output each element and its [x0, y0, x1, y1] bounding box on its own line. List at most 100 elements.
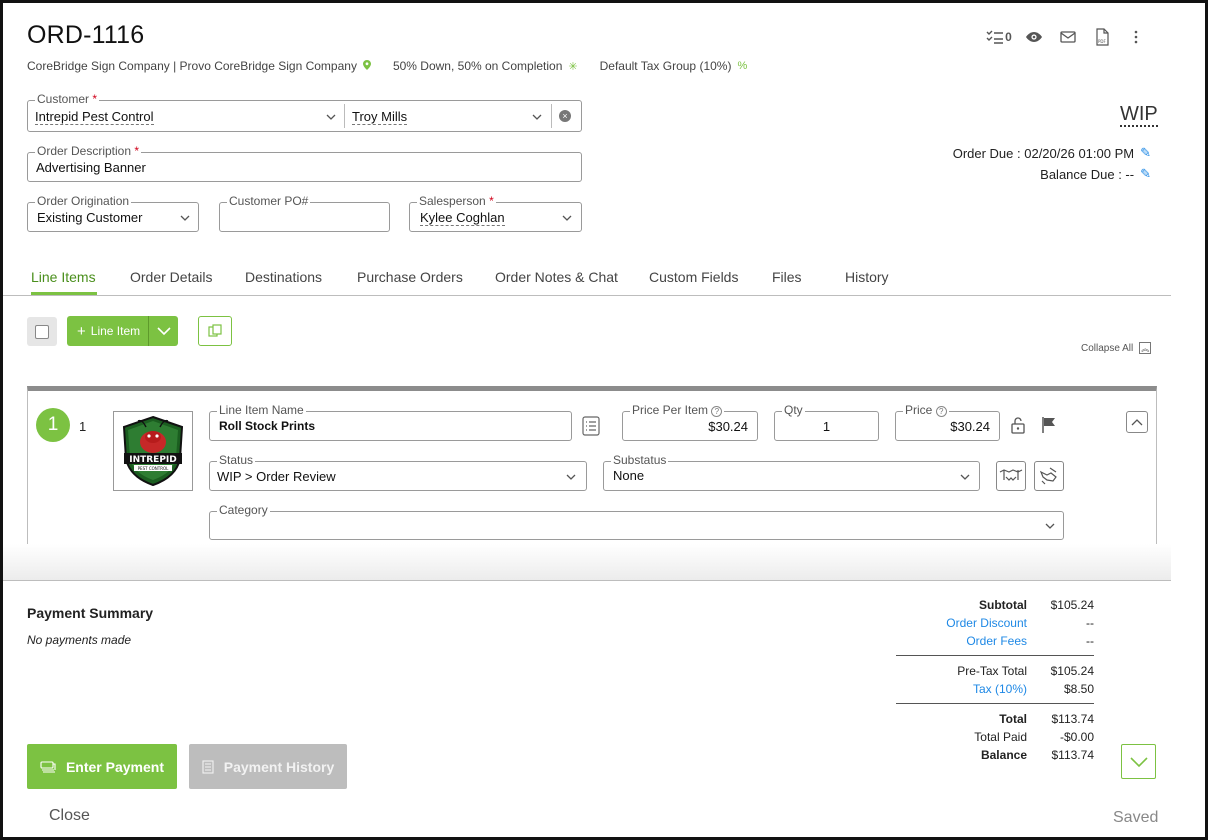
line-item-index: 1 — [79, 419, 87, 434]
help-icon: ? — [711, 406, 723, 417]
salesperson-select[interactable]: Salesperson * Kylee Coghlan — [409, 194, 582, 232]
close-button[interactable]: Close — [49, 807, 90, 825]
contact-select[interactable]: Troy Mills — [345, 101, 551, 131]
chevron-down-icon — [960, 474, 970, 480]
hand-tools-icon — [1039, 467, 1057, 485]
payment-summary-title: Payment Summary — [27, 605, 154, 621]
line-item-name-value: Roll Stock Prints — [219, 419, 316, 433]
copy-line-items-button[interactable] — [198, 316, 232, 346]
price-field[interactable]: Price ? $30.24 — [895, 403, 1000, 441]
order-status[interactable]: WIP — [1120, 103, 1158, 127]
receipt-icon — [202, 759, 214, 774]
double-chevron-up-icon: ︽ — [1139, 342, 1152, 354]
pencil-icon[interactable]: ✎ — [1140, 145, 1151, 161]
balance-due-row: Balance Due : -- ✎ — [903, 166, 1151, 182]
order-discount-link[interactable]: Order Discount — [877, 616, 1027, 630]
tab-order-details[interactable]: Order Details — [130, 269, 212, 285]
flag-icon — [1042, 417, 1055, 433]
order-fees-link[interactable]: Order Fees — [877, 634, 1027, 648]
order-discount-value: -- — [1086, 616, 1094, 630]
clear-contact-icon[interactable]: × — [559, 110, 571, 122]
origination-label: Order Origination — [35, 194, 132, 208]
eye-icon — [1026, 32, 1042, 42]
help-icon: ? — [935, 406, 947, 417]
enter-payment-button[interactable]: Enter Payment — [27, 744, 177, 789]
tab-destinations[interactable]: Destinations — [245, 269, 322, 285]
more-options-button[interactable] — [1119, 25, 1153, 49]
substatus-select[interactable]: Substatus None — [603, 453, 980, 491]
tab-line-items[interactable]: Line Items — [31, 269, 96, 285]
tax-link[interactable]: Tax (10%) — [877, 682, 1027, 696]
tax-value: $8.50 — [1063, 682, 1094, 696]
quantity-field[interactable]: Qty 1 — [774, 403, 879, 441]
summary-divider — [896, 655, 1094, 656]
line-item-details-button[interactable] — [581, 415, 601, 437]
checklist-icon — [986, 30, 1004, 44]
field-divider — [551, 104, 552, 128]
quantity-value: 1 — [822, 419, 831, 434]
line-item-thumbnail[interactable]: INTREPID PEST CONTROL — [113, 411, 193, 491]
plus-icon: + — [77, 322, 86, 340]
production-button[interactable] — [1034, 461, 1064, 491]
order-origination-select[interactable]: Order Origination Existing Customer — [27, 194, 199, 232]
tab-order-notes-chat[interactable]: Order Notes & Chat — [495, 269, 618, 285]
add-line-item-button[interactable]: + Line Item — [67, 316, 148, 346]
order-due-row: Order Due : 02/20/26 01:00 PM ✎ — [903, 145, 1151, 161]
tab-history[interactable]: History — [845, 269, 889, 285]
order-due-text: Order Due : 02/20/26 01:00 PM — [952, 145, 1135, 161]
unlock-price-button[interactable] — [1010, 416, 1026, 439]
task-count: 0 — [1005, 30, 1012, 44]
price-per-item-field[interactable]: Price Per Item ? $30.24 — [622, 403, 758, 441]
customer-value: Intrepid Pest Control — [35, 109, 154, 125]
chevron-down-icon — [326, 114, 336, 120]
status-label: Status — [217, 453, 256, 467]
line-item-name-field[interactable]: Line Item Name Roll Stock Prints — [209, 403, 572, 441]
total-value: $113.74 — [1051, 712, 1095, 726]
expand-summary-button[interactable] — [1121, 744, 1156, 779]
pdf-file-icon: PDF — [1096, 28, 1109, 46]
description-value: Advertising Banner — [36, 160, 146, 175]
tab-custom-fields[interactable]: Custom Fields — [649, 269, 738, 285]
line-item-name-label: Line Item Name — [217, 403, 306, 417]
tasks-button[interactable]: 0 — [981, 25, 1017, 49]
company-info[interactable]: CoreBridge Sign Company | Provo CoreBrid… — [27, 59, 371, 73]
location-pin-icon — [362, 59, 371, 73]
total-label: Total — [999, 712, 1027, 726]
tab-purchase-orders[interactable]: Purchase Orders — [357, 269, 463, 285]
po-label: Customer PO# — [227, 194, 311, 208]
collapse-line-item-button[interactable] — [1126, 411, 1148, 433]
subtotal-value: $105.24 — [1050, 598, 1094, 612]
payment-terms[interactable]: 50% Down, 50% on Completion ✳ — [393, 59, 578, 73]
intrepid-logo-image: INTREPID PEST CONTROL — [122, 415, 184, 487]
status-value: WIP > Order Review — [217, 469, 336, 484]
payment-history-label: Payment History — [223, 758, 335, 775]
pdf-button[interactable]: PDF — [1085, 25, 1119, 49]
order-meta-row: CoreBridge Sign Company | Provo CoreBrid… — [27, 59, 769, 73]
select-all-checkbox[interactable] — [35, 324, 49, 339]
view-button[interactable] — [1017, 25, 1051, 49]
substatus-label: Substatus — [611, 453, 669, 467]
tax-group[interactable]: Default Tax Group (10%) % — [600, 59, 748, 73]
substatus-value: None — [613, 468, 645, 483]
saved-status: Saved — [1113, 809, 1159, 826]
add-line-item-dropdown[interactable] — [148, 316, 178, 346]
balance-value: $113.74 — [1051, 748, 1095, 762]
pencil-icon[interactable]: ✎ — [1140, 166, 1151, 182]
customer-po-field[interactable]: Customer PO# — [219, 194, 390, 232]
category-select[interactable]: Category — [209, 503, 1064, 540]
email-button[interactable] — [1051, 25, 1085, 49]
summary-divider — [896, 703, 1094, 704]
contact-value: Troy Mills — [352, 109, 408, 125]
price-value: $30.24 — [950, 419, 990, 434]
tab-files[interactable]: Files — [772, 269, 802, 285]
flag-button[interactable] — [1041, 416, 1057, 439]
collapse-all-button[interactable]: Collapse All ︽ — [1081, 342, 1152, 354]
order-description-field[interactable]: Order Description * Advertising Banner — [27, 144, 582, 182]
customer-select[interactable]: Intrepid Pest Control — [28, 101, 344, 131]
line-item-badge: 1 — [36, 408, 70, 442]
handshake-button[interactable] — [996, 461, 1026, 491]
payment-history-button[interactable]: Payment History — [189, 744, 347, 789]
header-toolbar: 0 PDF — [981, 25, 1153, 49]
order-fees-value: -- — [1086, 634, 1094, 648]
status-select[interactable]: Status WIP > Order Review — [209, 453, 587, 491]
